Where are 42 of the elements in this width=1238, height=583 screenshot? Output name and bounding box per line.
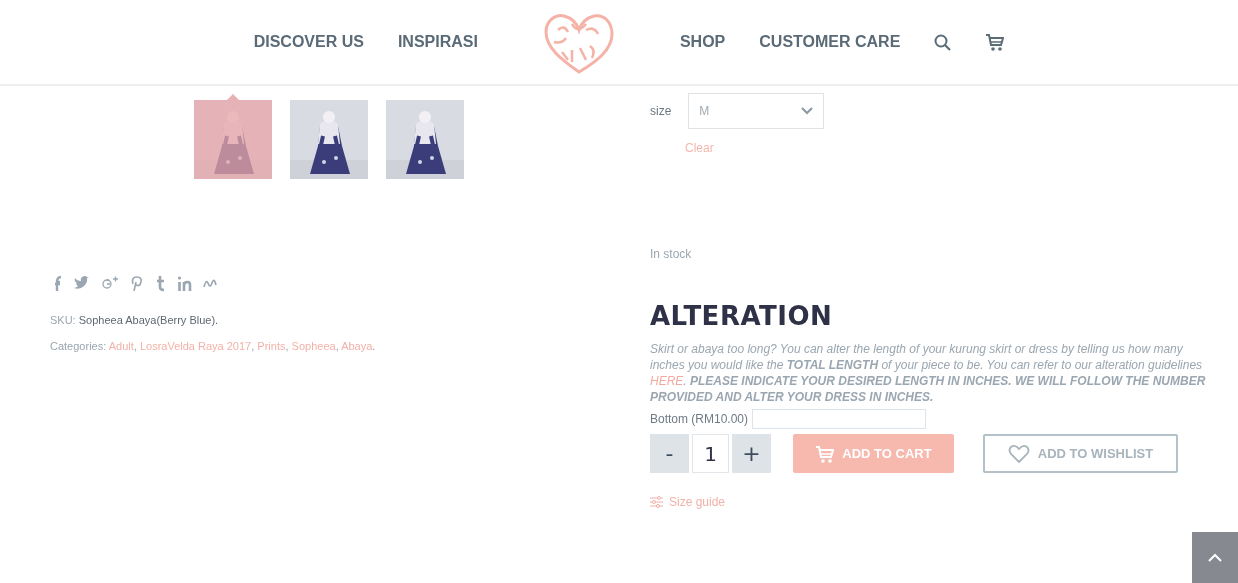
length-input-field[interactable] [752, 409, 927, 429]
linkedin-icon[interactable] [177, 275, 192, 292]
selection-pointer-icon [227, 94, 239, 100]
separator: . [372, 340, 376, 352]
size-guide-link[interactable]: Size guide [650, 495, 726, 509]
category-link[interactable]: Adult [108, 340, 134, 352]
tumblr-icon[interactable] [154, 275, 166, 292]
separator: , [251, 340, 256, 352]
cart-icon[interactable] [985, 33, 1005, 51]
size-dropdown[interactable]: M [688, 93, 825, 129]
clear-link[interactable]: Clear [685, 141, 1238, 155]
section-title: ALTERATION [650, 301, 834, 331]
separator: , [133, 340, 138, 352]
nav-link[interactable]: INSPIRASI [397, 33, 478, 51]
field-label: Bottom (RM10.00) [650, 412, 749, 426]
alteration-description: Skirt or abaya too long? You can alter the length of your kurung skirt or dress by telling us how many inches you would like the TOTAL LENGTH of your piece to be. You can refer to our alteration guidelines HERE. PLEASE INDICATE YOUR DESIRED LENGTH IN INCHES. WE WILL FOLLOW THE NUMBER PROVIDED AND ALTER YOUR DRESS IN INCHES. [650, 341, 1207, 405]
nav-link[interactable]: DISCOVER US [253, 33, 364, 51]
stock-status: In stock [650, 247, 693, 261]
category-link[interactable]: LosraVelda Raya 2017 [139, 340, 252, 352]
cart-icon [815, 444, 835, 463]
sku-label: SKU: [50, 314, 77, 326]
categories-label: Categories: [50, 340, 108, 352]
twitter-icon[interactable] [73, 275, 90, 292]
quantity-field[interactable]: 1 [692, 434, 729, 473]
nav-link[interactable]: SHOP [679, 33, 726, 51]
add-to-wishlist-button[interactable]: ADD TO WISHLIST [983, 434, 1178, 473]
minus-button[interactable]: - [650, 434, 689, 473]
sliders-icon [650, 496, 663, 508]
chevron-down-icon [801, 107, 814, 115]
separator: , [335, 340, 340, 352]
nav-link[interactable]: CUSTOMER CARE [759, 33, 901, 51]
search-icon[interactable] [934, 33, 952, 51]
plus-button[interactable]: + [732, 434, 771, 473]
google-plus-icon[interactable] [101, 275, 118, 292]
pinterest-icon[interactable] [129, 275, 143, 292]
chevron-up-icon [1208, 553, 1222, 562]
add-to-cart-button[interactable]: ADD TO CART [793, 434, 954, 473]
sku-value: Sopheea Abaya(Berry Blue). [78, 314, 219, 326]
size-label: size [650, 104, 672, 118]
separator: , [285, 340, 290, 352]
category-link[interactable]: Sopheea [291, 340, 336, 352]
heart-icon [1007, 444, 1030, 463]
